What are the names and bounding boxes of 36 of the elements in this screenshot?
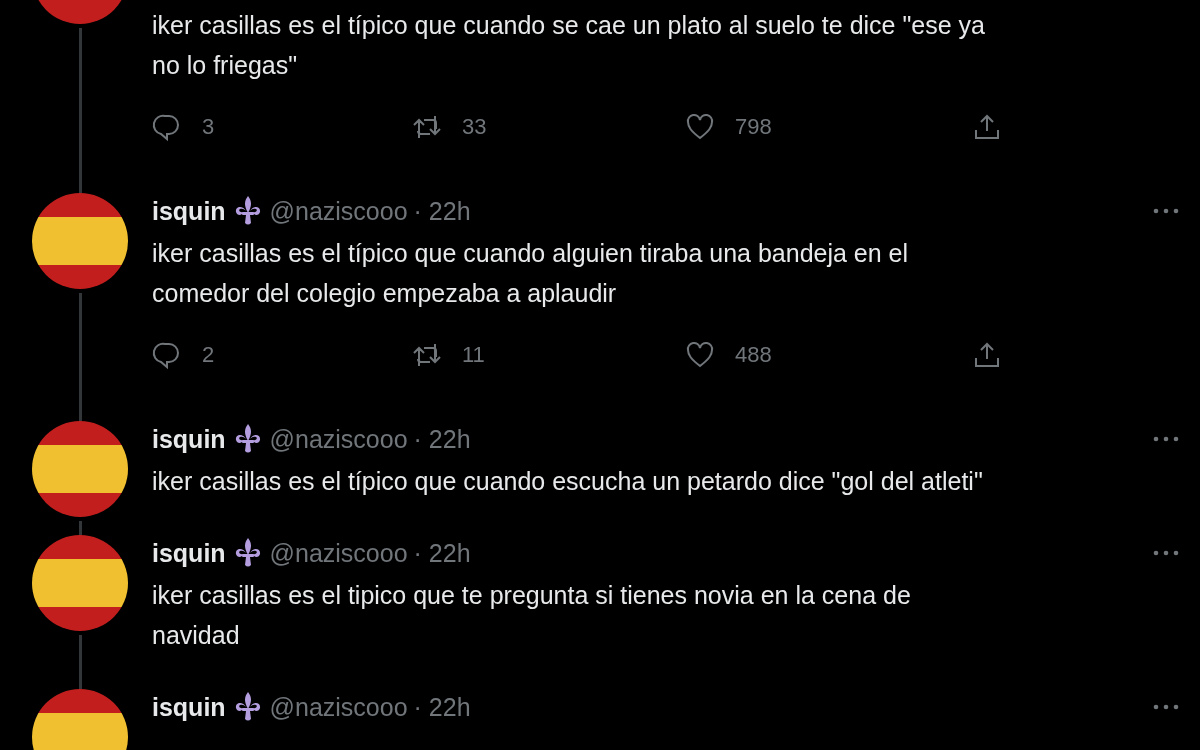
- retweet-count: 33: [462, 114, 487, 140]
- more-icon[interactable]: [1152, 207, 1180, 215]
- user-handle[interactable]: @naziscooo: [269, 424, 408, 454]
- fleur-de-lis-icon: [233, 423, 262, 455]
- share-icon[interactable]: [972, 340, 1002, 370]
- reply-icon[interactable]: [152, 340, 182, 370]
- user-name[interactable]: isquin: [152, 538, 226, 568]
- user-handle[interactable]: @naziscooo: [269, 692, 408, 722]
- user-name[interactable]: isquin: [152, 692, 226, 722]
- user-handle[interactable]: @naziscooo: [269, 538, 408, 568]
- like-count: 488: [735, 342, 772, 368]
- fleur-de-lis-icon: [233, 537, 262, 569]
- tweet-text: iker casillas es el típico que cuando escucha un petardo dice "gol del atleti": [152, 466, 984, 497]
- user-name[interactable]: isquin: [152, 196, 226, 226]
- reply-count: 2: [202, 342, 215, 368]
- more-icon[interactable]: [1152, 549, 1180, 557]
- timestamp[interactable]: · 22h: [413, 196, 471, 226]
- like-count: 798: [735, 114, 772, 140]
- share-icon[interactable]: [972, 112, 1002, 142]
- reply-icon[interactable]: [152, 112, 182, 142]
- tweet-text: iker casillas es el tipico que te pregunta si tienes novia en la cena de navidad: [152, 580, 912, 651]
- user-name[interactable]: isquin: [152, 424, 226, 454]
- retweet-count: 11: [462, 342, 485, 368]
- more-icon[interactable]: [1152, 703, 1180, 711]
- user-handle[interactable]: @naziscooo: [269, 196, 408, 226]
- fleur-de-lis-icon: [233, 195, 262, 227]
- reply-count: 3: [202, 114, 215, 140]
- timestamp[interactable]: · 22h: [413, 424, 471, 454]
- heart-icon[interactable]: [685, 340, 715, 370]
- more-icon[interactable]: [1152, 435, 1180, 443]
- timestamp[interactable]: · 22h: [413, 538, 471, 568]
- heart-icon[interactable]: [685, 112, 715, 142]
- tweet-text: iker casillas es el típico que cuando alguien tiraba una bandeja en el comedor del colegio empezaba a aplaudir: [152, 238, 910, 309]
- tweet-text: iker casillas es el típico que cuando se cae un plato al suelo te dice "ese ya no lo friegas": [152, 10, 986, 81]
- timestamp[interactable]: · 22h: [413, 692, 471, 722]
- fleur-de-lis-icon: [233, 691, 262, 723]
